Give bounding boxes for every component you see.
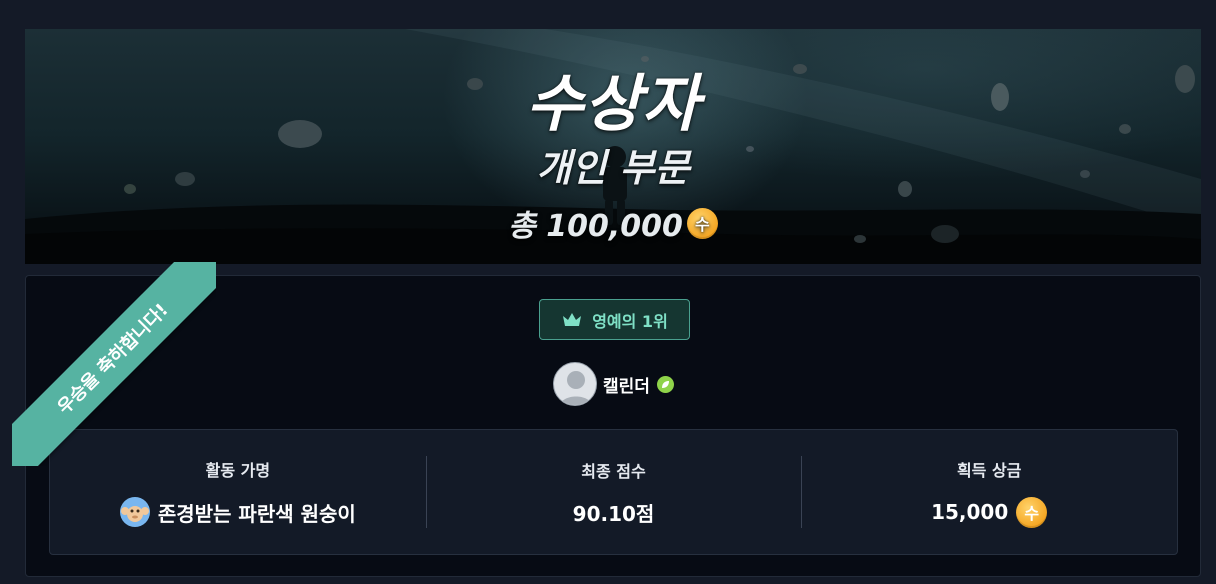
monkey-icon: [119, 497, 150, 527]
stat-label: 최종 점수: [581, 461, 646, 481]
banner-title: 수상자: [525, 67, 701, 140]
stat-label: 활동 가명: [205, 461, 271, 480]
winner-card: 영예의 1위 캘린더 활동 가명 존경받는 파란색 원숭이 최종 점수 90.1…: [25, 275, 1201, 577]
award-banner: 수상자 개인 부문 총 100,000 수: [25, 29, 1201, 264]
alias-text: 존경받는 파란색 원숭이: [157, 501, 356, 526]
banner-subtitle: 개인 부문: [536, 146, 690, 190]
stat-alias: 활동 가명 존경받는 파란색 원숭이: [50, 430, 426, 554]
winner-user[interactable]: 캘린더: [553, 362, 674, 406]
stat-value: 90.10점: [572, 501, 655, 526]
crown-icon: [563, 312, 582, 326]
total-prize-text: 총 100,000: [508, 209, 683, 244]
page: 수상자 개인 부문 총 100,000 수 영예의 1위 캘린더 활동 가명 존…: [0, 0, 1216, 584]
stat-score: 최종 점수 90.10점: [425, 430, 802, 554]
rank-badge-label: 영예의 1위: [592, 311, 668, 331]
banner-total-prize: 총 100,000 수: [25, 201, 1201, 245]
prize-amount: 15,000: [931, 500, 1009, 524]
stats-panel: 활동 가명 존경받는 파란색 원숭이 최종 점수 90.10점 획득 상금 15…: [49, 429, 1178, 555]
default-avatar-icon: [559, 371, 593, 405]
stat-label: 획득 상금: [956, 460, 1022, 480]
coin-icon: 수: [686, 207, 718, 239]
rank-badge: 영예의 1위: [539, 299, 690, 340]
winner-name[interactable]: 캘린더: [603, 372, 650, 397]
avatar[interactable]: [553, 362, 597, 406]
coin-icon: 수: [1016, 496, 1048, 528]
leaf-level-icon: [656, 375, 674, 393]
stat-value: 존경받는 파란색 원숭이: [119, 497, 356, 527]
stat-prize: 획득 상금 15,000 수: [801, 430, 1177, 554]
stat-value: 15,000 수: [931, 496, 1048, 528]
